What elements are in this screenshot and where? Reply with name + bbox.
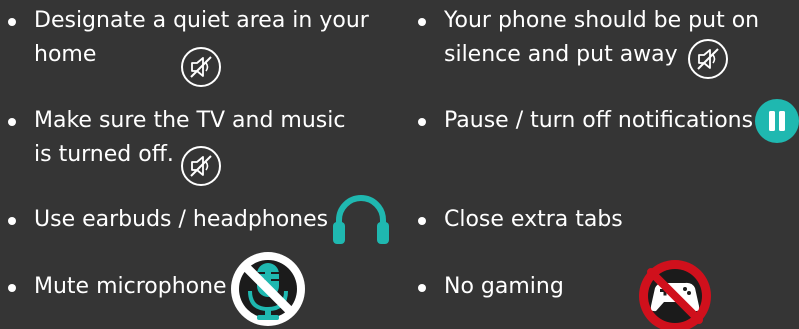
bullet [418, 217, 426, 225]
muted-speaker-icon [687, 38, 729, 80]
item-line: No gaming [444, 274, 564, 299]
item-line: Close extra tabs [444, 207, 623, 232]
item-text: Close extra tabs [444, 203, 623, 237]
bullet [8, 118, 16, 126]
item-line: Make sure the TV and music [34, 108, 346, 133]
muted-speaker-icon [180, 46, 222, 88]
item-line: Your phone should be put on [444, 8, 760, 33]
bullet [418, 118, 426, 126]
bullet [8, 217, 16, 225]
item-text: Pause / turn off notifications [444, 104, 753, 138]
item-text: No gaming [444, 270, 564, 304]
item-line: Designate a quiet area in your [34, 8, 369, 33]
item-line: Use earbuds / headphones [34, 207, 329, 232]
bullet [8, 18, 16, 26]
bullet [418, 18, 426, 26]
muted-speaker-icon [180, 145, 222, 187]
no-microphone-icon [224, 249, 312, 329]
item-line: Pause / turn off notifications [444, 108, 754, 133]
slide: Designate a quiet area in your home Make… [0, 0, 799, 329]
bullet [8, 284, 16, 292]
item-text: Use earbuds / headphones [34, 203, 328, 237]
pause-icon [755, 99, 799, 143]
bullet [418, 284, 426, 292]
headphones-icon [330, 190, 392, 246]
no-gaming-icon [631, 256, 719, 329]
item-text: Mute microphone [34, 270, 227, 304]
item-line: Mute microphone [34, 274, 227, 299]
